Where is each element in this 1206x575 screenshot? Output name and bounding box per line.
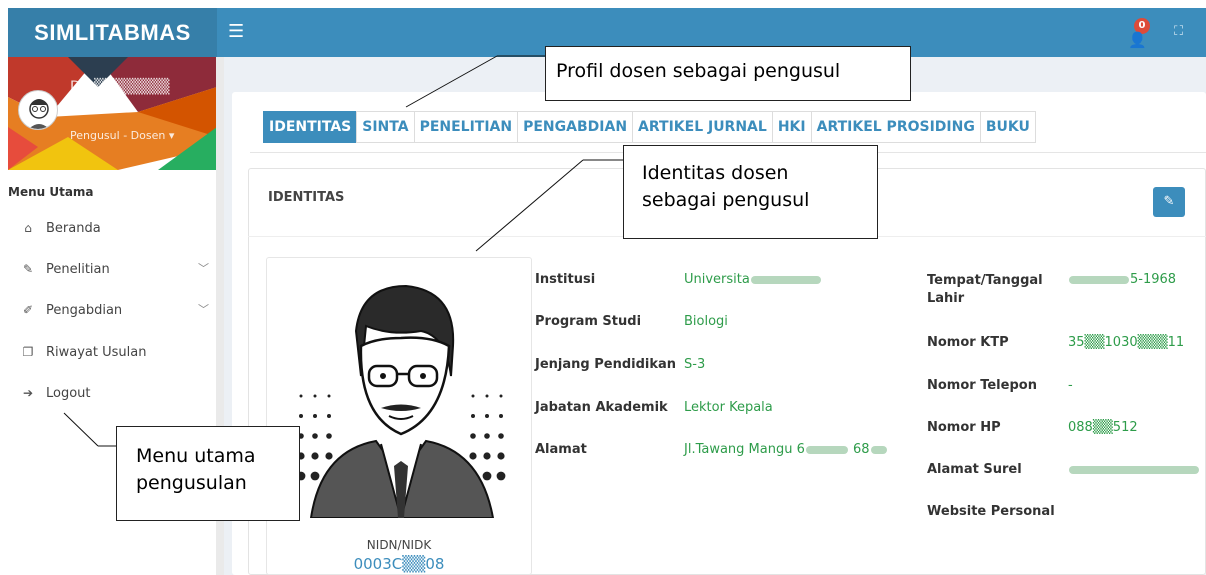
nomor-ktp-label: Nomor KTP	[927, 335, 1009, 350]
expand-icon[interactable]: ⛶	[1174, 24, 1183, 39]
annotation-line: Identitas dosen	[642, 162, 789, 184]
edit-button[interactable]: ✎	[1153, 187, 1185, 217]
notification-button[interactable]: 0 👤	[1126, 18, 1154, 49]
tab-artikel-jurnal[interactable]: ARTIKEL JURNAL	[632, 111, 772, 143]
tab-penelitian[interactable]: PENELITIAN	[413, 111, 518, 143]
tempat-tanggal-lahir-value: 5-1968	[1068, 272, 1176, 287]
user-role-dropdown[interactable]: Pengusul - Dosen ▾	[70, 129, 174, 142]
sidebar-item-logout[interactable]: ➔ Logout	[8, 378, 213, 408]
annotation-line: pengusulan	[136, 472, 247, 494]
sidebar-item-penelitian[interactable]: ✎ Penelitian ﹀	[8, 254, 213, 284]
user-plus-icon: 👤	[1128, 31, 1147, 49]
tab-pengabdian[interactable]: PENGABDIAN	[517, 111, 633, 143]
program-studi-value: Biologi	[684, 314, 728, 329]
sidebar-item-beranda[interactable]: ⌂ Beranda	[8, 213, 213, 243]
chevron-down-icon: ﹀	[198, 303, 209, 316]
institusi-label: Institusi	[535, 272, 596, 287]
annotation-identitas: Identitas dosen sebagai pengusul	[623, 145, 878, 239]
annotation-line: sebagai pengusul	[642, 189, 810, 211]
jenjang-pendidikan-value: S-3	[684, 357, 706, 372]
history-icon: ❐	[22, 345, 34, 359]
pencil-icon: ✐	[22, 303, 34, 317]
tempat-tanggal-lahir-label: Tempat/Tanggal Lahir	[927, 273, 1043, 306]
user-name: Dr. ▒▒▒▒▒▒▒	[70, 79, 170, 95]
profile-photo	[296, 284, 506, 518]
alamat-surel-label: Alamat Surel	[927, 462, 1022, 477]
annotation-profil: Profil dosen sebagai pengusul	[545, 46, 911, 101]
tab-buku[interactable]: BUKU	[979, 111, 1036, 143]
tab-hki[interactable]: HKI	[771, 111, 811, 143]
nomor-telepon-value: -	[1068, 378, 1073, 393]
alamat-value: Jl.Tawang Mangu 6 68	[684, 442, 888, 457]
avatar	[18, 90, 58, 130]
institusi-value: Universita	[684, 272, 822, 287]
tab-artikel-prosiding[interactable]: ARTIKEL PROSIDING	[810, 111, 980, 143]
sidebar-item-riwayat-usulan[interactable]: ❐ Riwayat Usulan	[8, 337, 213, 367]
sidebar-item-label: Beranda	[46, 221, 101, 236]
tab-sinta[interactable]: SINTA	[356, 111, 414, 143]
program-studi-label: Program Studi	[535, 314, 642, 329]
tab-identitas[interactable]: IDENTITAS	[263, 111, 357, 143]
alamat-surel-value	[1068, 462, 1200, 477]
chevron-down-icon: ﹀	[198, 262, 209, 275]
edit-icon: ✎	[1163, 194, 1175, 209]
menu-header: Menu Utama	[8, 185, 94, 199]
alamat-label: Alamat	[535, 442, 587, 457]
sidebar-item-label: Pengabdian	[46, 303, 123, 318]
hamburger-icon[interactable]: ☰	[228, 21, 244, 42]
annotation-line: Menu utama	[136, 445, 256, 467]
nidn-value: 0003C▒▒08	[353, 555, 445, 573]
home-icon: ⌂	[24, 221, 32, 235]
app-logo[interactable]: SIMLITABMAS	[8, 8, 217, 57]
sidebar-item-pengabdian[interactable]: ✐ Pengabdian ﹀	[8, 295, 213, 325]
profile-photo-card: NIDN/NIDK 0003C▒▒08	[266, 257, 532, 575]
edit-icon: ✎	[22, 262, 34, 276]
nomor-hp-value: 088▒▒512	[1068, 420, 1138, 435]
nidn-label: NIDN/NIDK	[366, 538, 432, 552]
sidebar-item-label: Penelitian	[46, 262, 110, 277]
logout-icon: ➔	[22, 386, 34, 400]
jabatan-akademik-label: Jabatan Akademik	[535, 400, 668, 415]
annotation-menu: Menu utama pengusulan	[116, 426, 300, 521]
user-panel: Dr. ▒▒▒▒▒▒▒ Pengusul - Dosen ▾	[8, 57, 217, 170]
website-personal-label: Website Personal	[927, 504, 1055, 519]
nomor-telepon-label: Nomor Telepon	[927, 378, 1037, 393]
sidebar-item-label: Riwayat Usulan	[46, 345, 147, 360]
profile-tabs: IDENTITAS SINTA PENELITIAN PENGABDIAN AR…	[263, 111, 1036, 143]
jenjang-pendidikan-label: Jenjang Pendidikan	[535, 357, 677, 372]
sidebar-item-label: Logout	[46, 386, 91, 401]
nomor-hp-label: Nomor HP	[927, 420, 1001, 435]
nomor-ktp-value: 35▒▒1030▒▒▒11	[1068, 335, 1185, 350]
jabatan-akademik-value: Lektor Kepala	[684, 400, 773, 415]
panel-title: IDENTITAS	[268, 190, 345, 205]
